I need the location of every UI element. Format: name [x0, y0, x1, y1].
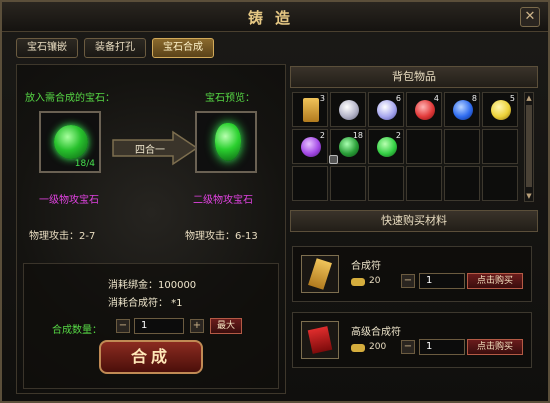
- source-gem-slot[interactable]: 18/4: [39, 111, 101, 173]
- bag-cell-empty[interactable]: [482, 166, 518, 201]
- bag-cell[interactable]: 5: [482, 92, 518, 127]
- bag-cell-empty[interactable]: [406, 166, 442, 201]
- green-gem-preview-icon: [215, 123, 241, 161]
- red-gem-icon: [415, 100, 435, 120]
- title-bar: 铸造 ✕: [2, 2, 548, 32]
- bag-cell[interactable]: 2: [292, 129, 328, 164]
- cost-gold: 消耗绑金：100000: [108, 280, 197, 291]
- cost-talisman: 消耗合成符： *1: [108, 298, 183, 309]
- bag-cell-empty[interactable]: [482, 129, 518, 164]
- silver-gem-icon: [339, 100, 359, 120]
- window-title: 铸造: [247, 9, 302, 27]
- bag-cell-empty[interactable]: [444, 166, 480, 201]
- source-slot-label: 放入需合成的宝石：: [25, 93, 115, 104]
- bag-cell-empty[interactable]: [406, 129, 442, 164]
- bag-header: 背包物品: [290, 66, 538, 88]
- shop-quantity-input[interactable]: 1: [419, 339, 465, 355]
- bag-cell-empty[interactable]: [368, 166, 404, 201]
- source-gem-count: 18/4: [74, 159, 95, 169]
- shop-item: 高级合成符 200 − 1 + 点击购买: [292, 312, 532, 368]
- bag-item-count: 8: [471, 94, 477, 103]
- bag-grid: 3 6 4 8 5 2 18 2: [292, 92, 520, 201]
- source-gem-name: 一级物攻宝石: [39, 195, 99, 206]
- talisman-icon: [301, 255, 339, 293]
- bag-item-count: 2: [319, 131, 325, 140]
- shop-item-price: 200: [369, 342, 387, 352]
- shop-item-name: 高级合成符: [351, 327, 401, 338]
- shop-quantity-minus-button[interactable]: −: [401, 340, 415, 354]
- bag-item-count: 5: [509, 94, 515, 103]
- purple-gem-icon: [301, 137, 321, 157]
- compose-button[interactable]: 合成: [99, 340, 203, 374]
- buy-button[interactable]: 点击购买: [467, 339, 523, 355]
- scroll-thumb[interactable]: [526, 105, 532, 187]
- bag-cell-empty[interactable]: [444, 129, 480, 164]
- bag-item-count: 2: [395, 131, 401, 140]
- close-button[interactable]: ✕: [520, 7, 540, 27]
- advanced-talisman-icon: [301, 321, 339, 359]
- scroll-up-icon[interactable]: ▲: [525, 93, 533, 103]
- quantity-label: 合成数量：: [52, 325, 102, 336]
- bag-cell[interactable]: 18: [329, 129, 366, 164]
- green-gem-icon: [377, 137, 397, 157]
- gold-ingot-icon: [351, 278, 365, 286]
- tab-bar: 宝石镶嵌 装备打孔 宝石合成: [16, 38, 214, 58]
- blue-gem-icon: [453, 100, 473, 120]
- bag-cell[interactable]: 2: [368, 129, 404, 164]
- source-stat: 物理攻击：2-7: [29, 231, 96, 242]
- silver-blue-gem-icon: [377, 100, 397, 120]
- bag-item-count: 3: [319, 94, 325, 103]
- bag-cell-empty[interactable]: [292, 166, 328, 201]
- yellow-gem-icon: [491, 100, 511, 120]
- quantity-input[interactable]: 1: [134, 318, 184, 334]
- shop-quantity-input[interactable]: 1: [419, 273, 465, 289]
- bag-cell[interactable]: 8: [444, 92, 480, 127]
- tab-equipment-punch[interactable]: 装备打孔: [84, 38, 146, 58]
- bag-cell[interactable]: 6: [368, 92, 404, 127]
- lock-icon: [329, 155, 338, 164]
- bag-item-count: 4: [433, 94, 439, 103]
- preview-gem-slot: [195, 111, 257, 173]
- shop-item: 合成符 20 − 1 + 点击购买: [292, 246, 532, 302]
- shop-item-name: 合成符: [351, 261, 381, 272]
- gold-ingot-icon: [351, 344, 365, 352]
- shop-quantity-minus-button[interactable]: −: [401, 274, 415, 288]
- bag-cell[interactable]: 3: [292, 92, 328, 127]
- bag-cell-empty[interactable]: [330, 166, 366, 201]
- max-button[interactable]: 最大: [210, 318, 242, 334]
- preview-label: 宝石预览：: [205, 93, 255, 104]
- target-gem-name: 二级物攻宝石: [193, 195, 253, 206]
- shop-item-price: 20: [369, 276, 381, 286]
- quantity-minus-button[interactable]: −: [116, 319, 130, 333]
- bag-cell[interactable]: [330, 92, 366, 127]
- scroll-down-icon[interactable]: ▼: [525, 191, 533, 201]
- shop-header: 快速购买材料: [290, 210, 538, 232]
- bag-item-count: 18: [352, 131, 363, 140]
- right-panel: 背包物品 3 6 4 8 5 2 18 2 ▲ ▼ 快速购买材料 合成符 20 …: [290, 64, 538, 394]
- compose-panel: 放入需合成的宝石： 宝石预览： 18/4 四合一 一级物攻宝石 二级物攻宝石 物…: [16, 64, 286, 394]
- tab-gem-compose[interactable]: 宝石合成: [152, 38, 214, 58]
- target-stat: 物理攻击：6-13: [185, 231, 258, 242]
- bag-scrollbar[interactable]: ▲ ▼: [524, 92, 534, 202]
- talisman-icon: [303, 98, 319, 122]
- tab-gem-inlay[interactable]: 宝石镶嵌: [16, 38, 78, 58]
- quantity-plus-button[interactable]: +: [190, 319, 204, 333]
- bag-cell[interactable]: 4: [406, 92, 442, 127]
- green-gem-icon: [339, 137, 359, 157]
- green-gem-icon: [54, 125, 88, 159]
- buy-button[interactable]: 点击购买: [467, 273, 523, 289]
- arrow-label: 四合一: [135, 145, 165, 156]
- forge-window: 铸造 ✕ 宝石镶嵌 装备打孔 宝石合成 放入需合成的宝石： 宝石预览： 18/4…: [0, 0, 550, 403]
- bag-item-count: 6: [395, 94, 401, 103]
